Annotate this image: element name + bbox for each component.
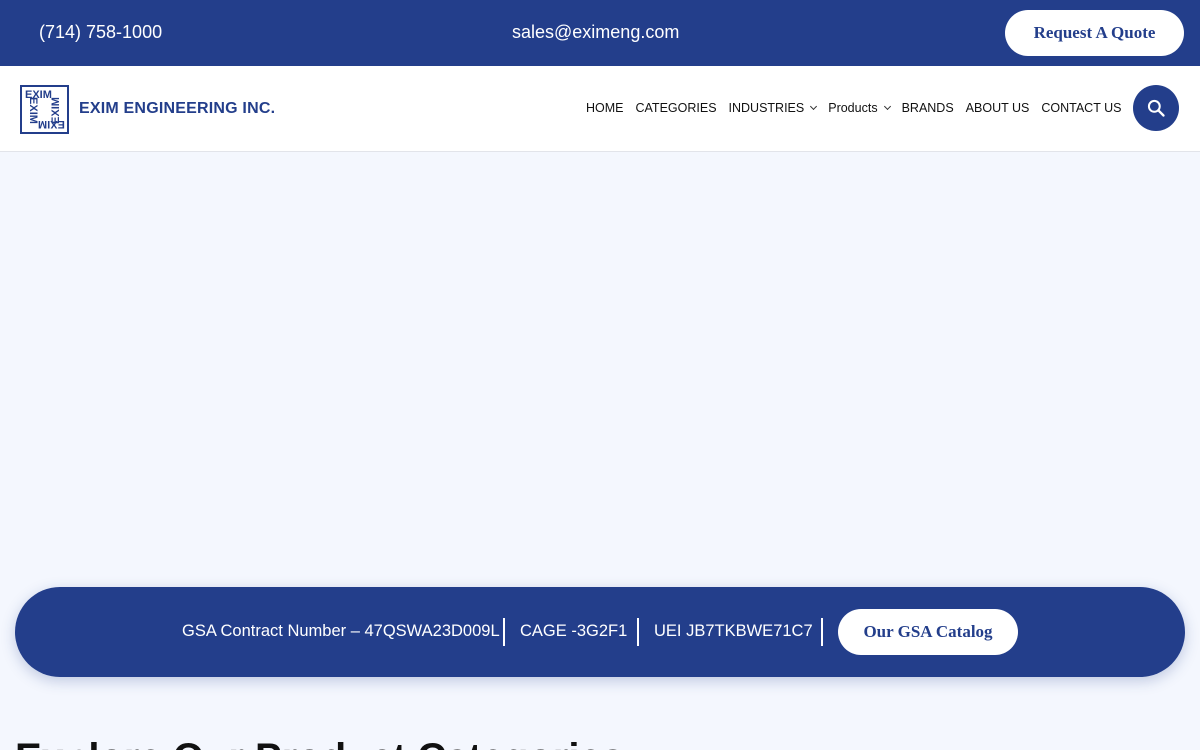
search-button[interactable]: [1133, 85, 1179, 131]
chevron-down-icon: [883, 102, 891, 111]
divider: [503, 618, 505, 646]
top-contact-bar: (714) 758-1000 sales@eximeng.com Request…: [0, 0, 1200, 66]
cage-code: CAGE -3G2F1: [520, 622, 628, 640]
nav-contact-us[interactable]: CONTACT US: [1041, 101, 1121, 115]
phone-link[interactable]: (714) 758-1000: [39, 22, 162, 43]
email-link[interactable]: sales@eximeng.com: [512, 22, 679, 43]
divider: [637, 618, 639, 646]
nav-about-us[interactable]: ABOUT US: [966, 101, 1030, 115]
search-icon: [1147, 99, 1165, 117]
site-header: EXIM EXIM EXIM EXIM EXIM ENGINEERING INC…: [0, 66, 1200, 152]
section-heading: Explore Our Product Categories: [15, 736, 624, 750]
main-nav: HOME CATEGORIES INDUSTRIES Products BRAN…: [586, 101, 1133, 115]
divider: [821, 618, 823, 646]
request-quote-button[interactable]: Request A Quote: [1005, 10, 1184, 56]
chevron-down-icon: [810, 102, 818, 111]
nav-categories[interactable]: CATEGORIES: [636, 101, 717, 115]
gsa-catalog-button[interactable]: Our GSA Catalog: [838, 609, 1018, 655]
logo-mark-icon: EXIM EXIM EXIM EXIM: [20, 84, 69, 134]
logo-text: EXIM ENGINEERING INC.: [79, 100, 276, 117]
uei-code: UEI JB7TKBWE71C7: [654, 622, 813, 640]
gsa-contract-number: GSA Contract Number – 47QSWA23D009L: [182, 622, 500, 640]
nav-products[interactable]: Products: [828, 101, 891, 115]
gsa-info-bar: GSA Contract Number – 47QSWA23D009L CAGE…: [15, 587, 1185, 677]
nav-brands[interactable]: BRANDS: [902, 101, 954, 115]
nav-industries[interactable]: INDUSTRIES: [729, 101, 818, 115]
nav-home[interactable]: HOME: [586, 101, 624, 115]
site-logo[interactable]: EXIM EXIM EXIM EXIM EXIM ENGINEERING INC…: [20, 84, 275, 134]
